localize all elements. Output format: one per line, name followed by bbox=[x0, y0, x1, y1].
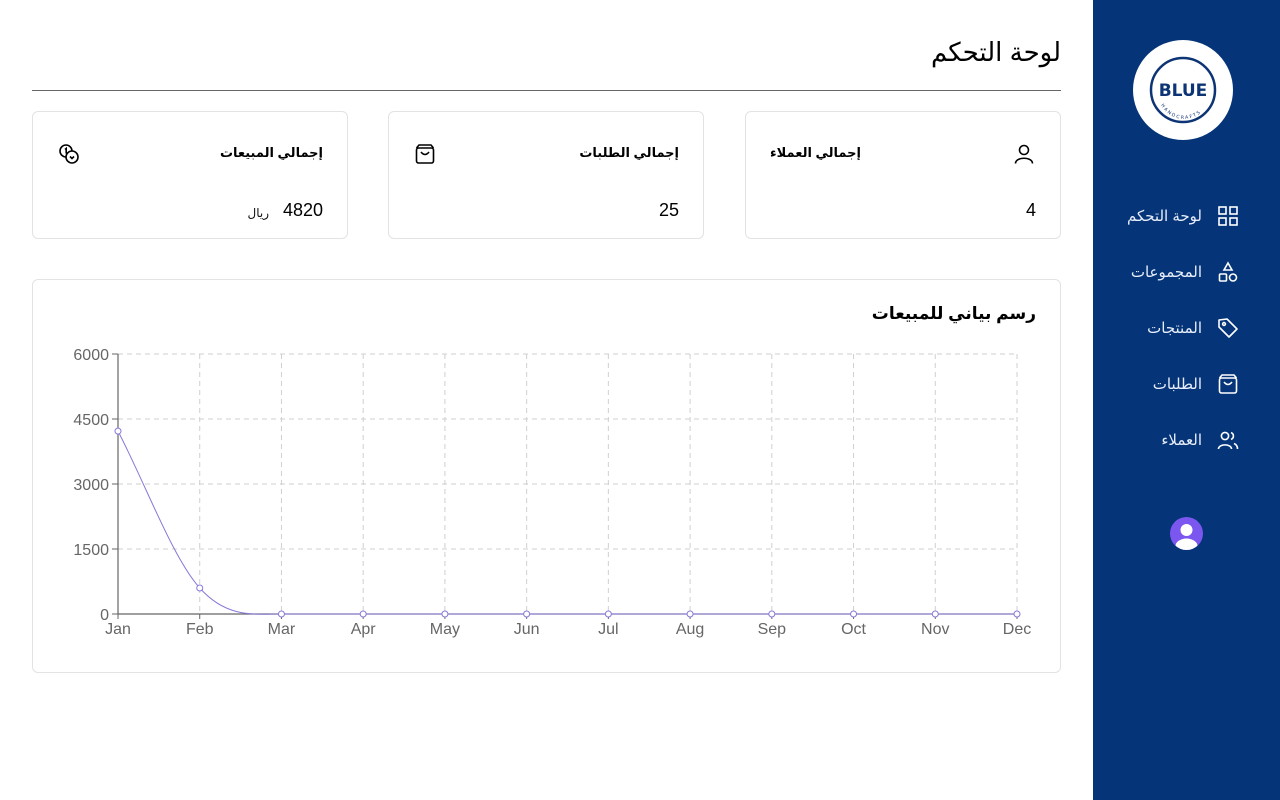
y-tick-label: 1500 bbox=[73, 542, 109, 559]
card-title: إجمالي العملاء bbox=[770, 145, 861, 160]
shopping-bag-icon bbox=[1216, 372, 1240, 396]
data-point bbox=[359, 610, 367, 618]
data-point bbox=[604, 610, 612, 618]
sidebar-item-orders[interactable]: الطلبات bbox=[1093, 356, 1280, 412]
data-point bbox=[196, 584, 204, 592]
tag-icon bbox=[1216, 316, 1240, 340]
x-tick-label: Feb bbox=[186, 621, 214, 638]
page-title: لوحة التحكم bbox=[930, 37, 1061, 67]
total-sales-card: إجمالي المبيعات 4820 ريال bbox=[32, 111, 348, 239]
coins-icon bbox=[57, 142, 81, 166]
sidebar-item-label: العملاء bbox=[1161, 432, 1202, 449]
x-tick-label: Dec bbox=[1003, 621, 1031, 638]
sales-series-line bbox=[117, 430, 1017, 615]
x-tick-label: Jun bbox=[514, 621, 540, 638]
x-tick-label: Jan bbox=[105, 621, 131, 638]
x-tick-label: Aug bbox=[676, 621, 704, 638]
sidebar-item-label: لوحة التحكم bbox=[1126, 208, 1202, 225]
data-point bbox=[114, 427, 122, 435]
data-point bbox=[686, 610, 694, 618]
title-divider bbox=[32, 90, 1061, 91]
user-avatar[interactable] bbox=[1170, 517, 1203, 550]
data-point bbox=[277, 610, 285, 618]
total-orders-value: 25 bbox=[658, 200, 679, 220]
sidebar-nav: لوحة التحكم المجموعات المنتجات الطلبات ا… bbox=[1093, 188, 1280, 468]
data-point bbox=[850, 610, 858, 618]
sidebar-item-label: المنتجات bbox=[1147, 320, 1202, 337]
sales-chart-card: رسم بياني للمبيعات 0 1500 3000 4500 6000 Jan F… bbox=[32, 279, 1061, 673]
sidebar-item-collections[interactable]: المجموعات bbox=[1093, 244, 1280, 300]
brand-logo[interactable]: BLUE HANDCRAFTS bbox=[1133, 40, 1233, 140]
x-tick-label: Mar bbox=[268, 621, 296, 638]
data-point bbox=[523, 610, 531, 618]
sidebar-item-customers[interactable]: العملاء bbox=[1093, 412, 1280, 468]
total-orders-card: إجمالي الطلبات 25 bbox=[388, 111, 704, 239]
sales-line-chart: 01500300045006000Jan Feb Mar Apr May Jun Jul Au… bbox=[73, 347, 1031, 638]
data-point bbox=[441, 610, 449, 618]
data-point bbox=[931, 610, 939, 618]
logo-emblem-icon: BLUE HANDCRAFTS bbox=[1149, 56, 1217, 124]
card-title: إجمالي المبيعات bbox=[219, 145, 323, 160]
x-tick-label: Nov bbox=[921, 621, 949, 638]
x-tick-label: Oct bbox=[841, 621, 866, 638]
sidebar-item-dashboard[interactable]: لوحة التحكم bbox=[1093, 188, 1280, 244]
dashboard-grid-icon bbox=[1216, 204, 1240, 228]
data-point bbox=[1013, 610, 1021, 618]
y-tick-label: 3000 bbox=[73, 477, 109, 494]
sidebar-item-label: المجموعات bbox=[1130, 264, 1202, 281]
shopping-bag-icon bbox=[413, 142, 437, 166]
sidebar: BLUE HANDCRAFTS لوحة التحكم المجموعات ال… bbox=[1093, 0, 1280, 800]
users-icon bbox=[1216, 428, 1240, 452]
user-avatar-icon bbox=[1175, 524, 1198, 550]
x-tick-label: May bbox=[430, 621, 460, 638]
y-tick-label: 6000 bbox=[73, 347, 109, 364]
data-point bbox=[768, 610, 776, 618]
user-icon bbox=[1012, 142, 1036, 166]
x-tick-label: Sep bbox=[758, 621, 787, 638]
x-tick-label: Apr bbox=[351, 621, 377, 638]
sidebar-item-label: الطلبات bbox=[1152, 376, 1202, 393]
x-tick-label: Jul bbox=[598, 621, 618, 638]
total-customers-value: 4 bbox=[1025, 200, 1036, 220]
total-customers-card: إجمالي العملاء 4 bbox=[745, 111, 1061, 239]
card-title: إجمالي الطلبات bbox=[579, 145, 679, 160]
shapes-icon bbox=[1216, 260, 1240, 284]
sidebar-item-products[interactable]: المنتجات bbox=[1093, 300, 1280, 356]
y-tick-label: 4500 bbox=[73, 412, 109, 429]
logo-brand-text: BLUE bbox=[1159, 81, 1208, 101]
total-sales-value: 4820 bbox=[282, 200, 323, 220]
currency-label: ريال bbox=[247, 206, 269, 220]
